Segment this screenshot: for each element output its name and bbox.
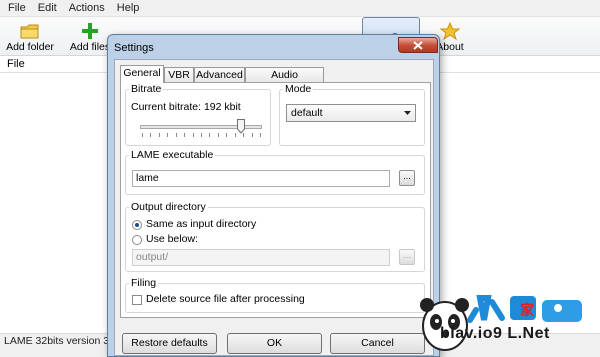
- lame-executable-label: LAME executable: [129, 149, 216, 161]
- about-label: About: [436, 41, 464, 53]
- star-icon: [440, 22, 460, 40]
- close-icon: [413, 40, 423, 50]
- tab-general[interactable]: General: [120, 65, 164, 83]
- menubar: File Edit Actions Help: [0, 0, 600, 17]
- settings-dialog: Settings General VBR Advanced Audio proc…: [107, 34, 440, 357]
- slider-tick: [167, 133, 169, 137]
- use-below-label: Use below:: [146, 233, 198, 245]
- watermark-url: blav.io9 L.Net: [440, 325, 550, 342]
- dialog-title: Settings: [114, 42, 154, 54]
- tab-advanced[interactable]: Advanced: [194, 67, 245, 82]
- dialog-body: General VBR Advanced Audio processing Bi…: [114, 59, 434, 356]
- close-button[interactable]: [398, 37, 438, 53]
- same-as-input-radio[interactable]: [132, 220, 142, 230]
- slider-tick: [201, 133, 202, 137]
- slider-tick: [260, 133, 261, 137]
- tab-audio-processing[interactable]: Audio processing: [245, 67, 324, 95]
- slider-tick: [175, 133, 177, 137]
- bitrate-group-label: Bitrate: [129, 83, 164, 95]
- menu-file[interactable]: File: [2, 2, 32, 14]
- current-bitrate-label: Current bitrate: 192 kbit: [131, 101, 241, 113]
- tab-vbr[interactable]: VBR: [164, 67, 194, 82]
- slider-tick: [150, 133, 152, 137]
- slider-tick: [192, 133, 194, 137]
- ok-button[interactable]: OK: [227, 333, 322, 354]
- mode-select[interactable]: default: [286, 104, 416, 122]
- status-text: LAME 32bits version 3.: [4, 335, 112, 347]
- general-tab-panel: Bitrate Current bitrate: 192 kbit Mode d…: [120, 82, 431, 318]
- same-as-input-label: Same as input directory: [146, 218, 257, 230]
- slider-tick: [234, 133, 236, 137]
- output-path-input[interactable]: output/: [132, 249, 390, 266]
- filing-group: Filing Delete source file after processi…: [125, 277, 425, 313]
- lame-executable-input[interactable]: lame: [132, 170, 390, 187]
- slider-tick: [217, 133, 219, 137]
- add-files-label: Add files: [69, 41, 111, 53]
- mode-group-label: Mode: [283, 83, 314, 95]
- plus-icon: [82, 23, 98, 39]
- mode-group: Mode default: [279, 83, 425, 146]
- add-folder-button[interactable]: Add folder: [4, 17, 56, 56]
- add-folder-label: Add folder: [6, 41, 54, 53]
- chevron-down-icon: [404, 111, 411, 115]
- restore-defaults-button[interactable]: Restore defaults: [122, 333, 217, 354]
- delete-source-label: Delete source file after processing: [146, 293, 305, 305]
- folder-icon: [20, 24, 39, 39]
- bitrate-group: Bitrate Current bitrate: 192 kbit: [125, 83, 271, 146]
- watermark-tag: 家: [520, 302, 534, 318]
- bitrate-slider-thumb[interactable]: [236, 119, 245, 134]
- output-directory-label: Output directory: [129, 201, 208, 213]
- slider-tick: [209, 133, 211, 137]
- slider-tick: [251, 133, 253, 137]
- lame-executable-group: LAME executable lame ...: [125, 149, 425, 195]
- mode-selected-value: default: [291, 107, 323, 119]
- use-below-radio[interactable]: [132, 235, 142, 245]
- add-files-button[interactable]: Add files: [68, 17, 112, 56]
- menu-actions[interactable]: Actions: [63, 2, 111, 14]
- slider-tick: [158, 133, 160, 137]
- lame-browse-button[interactable]: ...: [399, 170, 415, 186]
- slider-tick: [226, 133, 228, 137]
- menu-help[interactable]: Help: [111, 2, 146, 14]
- menu-edit[interactable]: Edit: [32, 2, 63, 14]
- output-browse-button[interactable]: ...: [399, 249, 415, 265]
- delete-source-checkbox[interactable]: [132, 295, 142, 305]
- output-directory-group: Output directory Same as input directory…: [125, 201, 425, 272]
- slider-tick: [184, 133, 186, 137]
- site-watermark-logo: [420, 295, 582, 351]
- slider-tick: [142, 133, 143, 137]
- filing-group-label: Filing: [129, 277, 159, 289]
